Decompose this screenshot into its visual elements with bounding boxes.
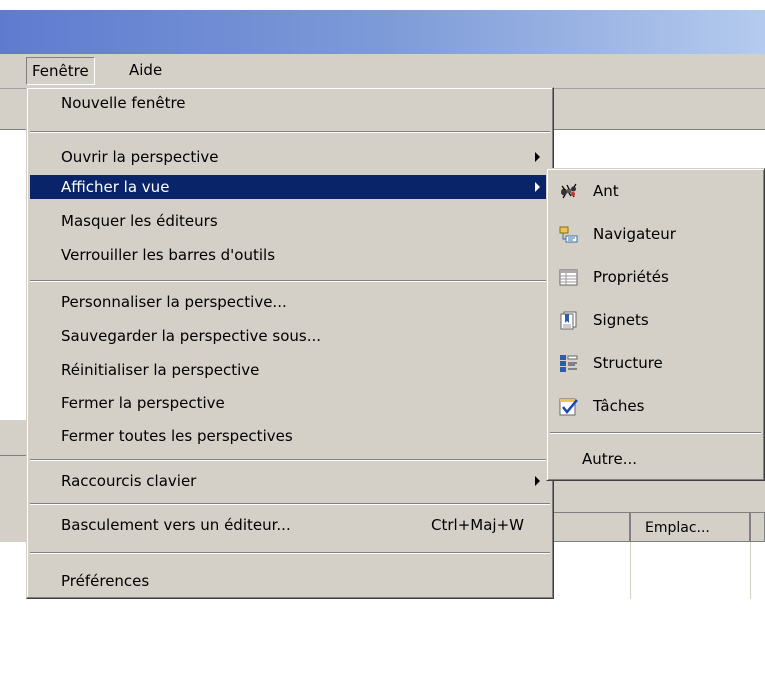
submenu-item-ant[interactable]: Ant bbox=[550, 176, 761, 206]
submenu-item-label: Ant bbox=[593, 182, 619, 200]
menu-separator bbox=[30, 280, 550, 282]
menu-item-label: Personnaliser la perspective... bbox=[61, 293, 287, 311]
menu-item-preferences[interactable]: Préférences bbox=[30, 569, 550, 593]
window-title-bar bbox=[0, 0, 765, 54]
submenu-item-label: Signets bbox=[593, 311, 649, 329]
menu-fenetre[interactable]: Fenêtre bbox=[26, 57, 95, 85]
submenu-item-outline[interactable]: Structure bbox=[550, 348, 761, 378]
menu-bar: Fenêtre Aide bbox=[0, 54, 765, 89]
submenu-item-label: Propriétés bbox=[593, 268, 669, 286]
submenu-separator bbox=[550, 432, 761, 434]
submenu-arrow-icon bbox=[535, 476, 540, 486]
menu-separator bbox=[30, 131, 550, 133]
menu-separator bbox=[30, 503, 550, 505]
menu-item-label: Raccourcis clavier bbox=[61, 472, 197, 490]
table-header-location[interactable]: Emplac... bbox=[630, 512, 750, 542]
ant-icon bbox=[561, 183, 577, 199]
menu-item-show-view[interactable]: Afficher la vue bbox=[30, 175, 550, 199]
menu-item-label: Masquer les éditeurs bbox=[61, 212, 218, 230]
menu-item-label: Sauvegarder la perspective sous... bbox=[61, 327, 322, 345]
menu-item-label: Basculement vers un éditeur... bbox=[61, 516, 291, 534]
menu-item-customize-perspective[interactable]: Personnaliser la perspective... bbox=[30, 290, 550, 314]
window-menu: Nouvelle fenêtre Ouvrir la perspective A… bbox=[26, 87, 554, 599]
menu-item-open-perspective[interactable]: Ouvrir la perspective bbox=[30, 145, 550, 169]
menu-item-key-shortcuts[interactable]: Raccourcis clavier bbox=[30, 469, 550, 493]
menu-item-label: Nouvelle fenêtre bbox=[61, 94, 186, 112]
menu-item-label: Verrouiller les barres d'outils bbox=[61, 246, 276, 264]
menu-item-new-window[interactable]: Nouvelle fenêtre bbox=[30, 91, 550, 115]
outline-icon bbox=[560, 355, 578, 372]
submenu-item-label: Navigateur bbox=[593, 225, 676, 243]
menu-item-label: Fermer la perspective bbox=[61, 394, 225, 412]
submenu-item-label: Structure bbox=[593, 354, 663, 372]
menu-item-switch-editor[interactable]: Basculement vers un éditeur... Ctrl+Maj+W bbox=[30, 513, 550, 537]
properties-icon bbox=[559, 269, 578, 286]
menu-item-close-perspective[interactable]: Fermer la perspective bbox=[30, 391, 550, 415]
menu-item-label: Fermer toutes les perspectives bbox=[61, 427, 293, 445]
grid-line bbox=[630, 542, 631, 599]
menu-item-reset-perspective[interactable]: Réinitialiser la perspective bbox=[30, 358, 550, 382]
menu-separator bbox=[30, 552, 550, 554]
menu-separator bbox=[30, 459, 550, 461]
menu-item-hide-editors[interactable]: Masquer les éditeurs bbox=[30, 209, 550, 233]
menu-item-label: Réinitialiser la perspective bbox=[61, 361, 260, 379]
table-header-cell[interactable] bbox=[750, 512, 765, 542]
show-view-submenu: Ant Navigateur Propriétés Signets Struct… bbox=[546, 168, 765, 481]
submenu-item-other[interactable]: Autre... bbox=[550, 444, 761, 474]
bookmarks-icon bbox=[560, 311, 577, 330]
submenu-arrow-icon bbox=[535, 182, 540, 192]
submenu-item-bookmarks[interactable]: Signets bbox=[550, 305, 761, 335]
submenu-item-label: Autre... bbox=[582, 450, 638, 468]
grid-line bbox=[750, 542, 751, 599]
menu-item-lock-toolbars[interactable]: Verrouiller les barres d'outils bbox=[30, 243, 550, 267]
submenu-item-properties[interactable]: Propriétés bbox=[550, 262, 761, 292]
menu-item-accelerator: Ctrl+Maj+W bbox=[431, 516, 524, 534]
submenu-item-navigator[interactable]: Navigateur bbox=[550, 219, 761, 249]
menu-item-label: Afficher la vue bbox=[61, 178, 170, 196]
submenu-item-tasks[interactable]: Tâches bbox=[550, 391, 761, 421]
menu-item-label: Ouvrir la perspective bbox=[61, 148, 219, 166]
navigator-icon bbox=[559, 226, 578, 243]
submenu-item-label: Tâches bbox=[593, 397, 645, 415]
menu-item-save-perspective-as[interactable]: Sauvegarder la perspective sous... bbox=[30, 324, 550, 348]
menu-item-close-all-perspectives[interactable]: Fermer toutes les perspectives bbox=[30, 424, 550, 448]
submenu-arrow-icon bbox=[535, 152, 540, 162]
menu-item-label: Préférences bbox=[61, 572, 150, 590]
menu-aide[interactable]: Aide bbox=[123, 57, 168, 83]
tasks-icon bbox=[559, 398, 578, 416]
